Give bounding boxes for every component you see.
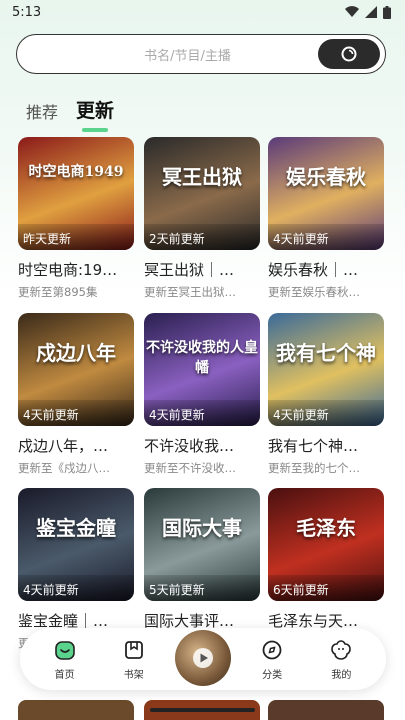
nav-category-label: 分类 <box>262 669 283 681</box>
update-badge: 4天前更新 <box>144 400 260 426</box>
book-update-info: 更新至我的七个… <box>268 461 360 475</box>
book-cover[interactable]: 鉴宝金瞳 4天前更新 <box>18 488 134 601</box>
cover-title: 不许没收我的人皇幡 <box>146 340 258 376</box>
bottom-nav: 首页 书架 分类 我的 <box>20 628 386 690</box>
book-card[interactable]: 时空电商1949 昨天更新时空电商:19… 更新至第895集 <box>18 137 134 300</box>
cover-title: 戍边八年 <box>36 341 116 365</box>
update-badge: 4天前更新 <box>268 224 384 250</box>
book-card[interactable]: 国际大事 5天前更新 国际大事评… <box>144 488 260 635</box>
book-update-info: 更新至冥王出狱… <box>144 285 236 299</box>
category-icon <box>260 638 284 662</box>
play-icon <box>192 648 213 668</box>
cover-title: 毛泽东 <box>296 516 356 540</box>
book-card[interactable]: 不许没收我的人皇幡 4天前更新不许没收我… 更新至不许没收… <box>144 313 260 476</box>
book-title[interactable]: 戍边八年，… <box>18 435 134 456</box>
book-cover[interactable]: 戍边八年 4天前更新 <box>18 313 134 426</box>
search-icon <box>341 46 357 62</box>
book-cover-peek <box>18 700 134 720</box>
player-disc[interactable] <box>174 630 231 686</box>
book-cover[interactable]: 毛泽东 6天前更新 <box>268 488 384 601</box>
cover-title: 鉴宝金瞳 <box>36 516 116 540</box>
book-title[interactable]: 冥王出狱｜… <box>144 259 260 280</box>
bookshelf-icon <box>122 638 146 662</box>
book-update-info: 更新至第895集 <box>18 285 98 299</box>
search-button[interactable] <box>318 39 380 69</box>
status-time: 5:13 <box>12 4 42 20</box>
book-card[interactable]: 戍边八年 4天前更新戍边八年，… 更新至《戍边八… <box>18 313 134 476</box>
cover-title: 冥王出狱 <box>162 165 242 189</box>
nav-profile-label: 我的 <box>331 669 352 681</box>
tab-bar: 推荐 更新 <box>26 96 114 132</box>
update-badge: 4天前更新 <box>268 400 384 426</box>
book-update-info: 更新至娱乐春秋… <box>268 285 360 299</box>
book-cover[interactable]: 娱乐春秋 4天前更新 <box>268 137 384 250</box>
book-title[interactable]: 娱乐春秋｜… <box>268 259 384 280</box>
update-badge: 5天前更新 <box>144 575 260 601</box>
nav-profile[interactable]: 我的 <box>315 638 367 681</box>
nav-player[interactable] <box>174 630 231 686</box>
nav-home[interactable]: 首页 <box>39 638 91 681</box>
book-cover[interactable]: 冥王出狱 2天前更新 <box>144 137 260 250</box>
battery-icon <box>383 5 391 19</box>
book-card[interactable]: 鉴宝金瞳4天前更新鉴宝金瞳｜…更 <box>18 488 134 651</box>
book-update-info: 更新至不许没收… <box>144 461 236 475</box>
book-cover[interactable]: 国际大事 5天前更新 <box>144 488 260 601</box>
nav-category[interactable]: 分类 <box>246 638 298 681</box>
nav-bookshelf[interactable]: 书架 <box>108 638 160 681</box>
search-bar[interactable]: 书名/节目/主播 <box>16 34 386 74</box>
update-badge: 昨天更新 <box>18 224 134 250</box>
book-cover[interactable]: 我有七个神 4天前更新 <box>268 313 384 426</box>
book-cover[interactable]: 时空电商1949 昨天更新 <box>18 137 134 250</box>
cover-title: 时空电商1949 <box>28 164 124 180</box>
update-badge: 4天前更新 <box>18 400 134 426</box>
update-badge: 4天前更新 <box>18 575 134 601</box>
book-title[interactable]: 我有七个神… <box>268 435 384 456</box>
tab-recommend[interactable]: 推荐 <box>26 99 58 123</box>
update-badge: 2天前更新 <box>144 224 260 250</box>
tab-updates[interactable]: 更新 <box>76 96 114 132</box>
book-card[interactable]: 娱乐春秋 4天前更新娱乐春秋｜… 更新至娱乐春秋… <box>268 137 384 300</box>
cover-title: 国际大事 <box>162 516 242 540</box>
status-bar: 5:13 <box>0 0 405 24</box>
book-update-info: 更新至《戍边八… <box>18 461 110 475</box>
book-cover-peek <box>268 700 384 720</box>
cover-title: 娱乐春秋 <box>286 165 366 189</box>
book-card[interactable]: 冥王出狱 2天前更新冥王出狱｜… 更新至冥王出狱… <box>144 137 260 300</box>
home-indicator <box>150 708 255 712</box>
nav-home-label: 首页 <box>54 669 75 681</box>
signal-icon <box>365 6 377 18</box>
profile-icon <box>329 638 353 662</box>
home-icon <box>53 638 77 662</box>
book-title[interactable]: 时空电商:19… <box>18 259 134 280</box>
status-icons <box>345 5 391 19</box>
book-card[interactable]: 毛泽东 6天前更新 毛泽东与天… <box>268 488 384 635</box>
nav-bookshelf-label: 书架 <box>123 669 144 681</box>
book-title[interactable]: 不许没收我… <box>144 435 260 456</box>
update-badge: 6天前更新 <box>268 575 384 601</box>
wifi-icon <box>345 6 359 18</box>
search-input[interactable]: 书名/节目/主播 <box>17 45 318 64</box>
book-cover[interactable]: 不许没收我的人皇幡 4天前更新 <box>144 313 260 426</box>
cover-title: 我有七个神 <box>276 341 376 365</box>
book-card[interactable]: 我有七个神 4天前更新我有七个神… 更新至我的七个… <box>268 313 384 476</box>
